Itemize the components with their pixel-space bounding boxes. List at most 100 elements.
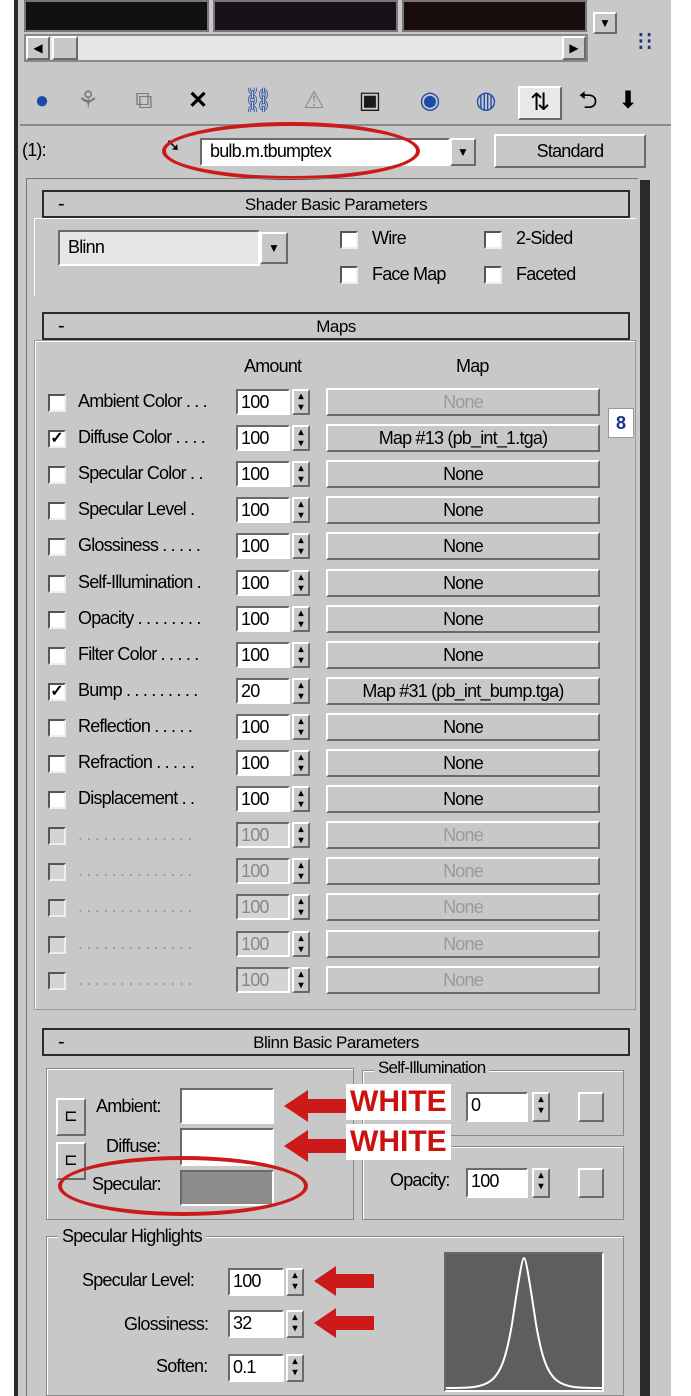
map-enable-checkbox[interactable] (48, 827, 66, 845)
map-enable-checkbox[interactable] (48, 647, 66, 665)
ambient-color-swatch[interactable] (180, 1088, 274, 1124)
map-enable-checkbox[interactable] (48, 575, 66, 593)
blinn-rollout-header[interactable]: - Blinn Basic Parameters (42, 1028, 630, 1056)
map-enable-checkbox[interactable]: ✓ (48, 430, 66, 448)
sample-hscrollbar[interactable] (24, 34, 588, 62)
map-amount-input[interactable]: 100 (236, 894, 290, 920)
map-enable-checkbox[interactable] (48, 972, 66, 990)
map-amount-spinner[interactable]: ▴ ▾ (292, 786, 310, 812)
map-enable-checkbox[interactable] (48, 611, 66, 629)
scroll-left-button[interactable]: ◀ (26, 36, 50, 60)
lock-ambient-diffuse-button[interactable]: ⊏ (56, 1098, 86, 1136)
self-illumination-map-button[interactable] (578, 1092, 604, 1122)
map-amount-input[interactable]: 100 (236, 931, 290, 957)
map-enable-checkbox[interactable] (48, 791, 66, 809)
map-slot-button[interactable]: None (326, 749, 600, 777)
map-amount-spinner[interactable]: ▴ ▾ (292, 822, 310, 848)
map-amount-input[interactable]: 100 (236, 822, 290, 848)
map-slot-button[interactable]: None (326, 966, 600, 994)
map-slot-button[interactable]: None (326, 930, 600, 958)
map-slot-button[interactable]: None (326, 605, 600, 633)
material-map-navigator-icon[interactable]: ⁝⁝ (628, 26, 662, 60)
show-end-result-icon[interactable]: ◍ (466, 86, 506, 120)
map-enable-checkbox[interactable] (48, 466, 66, 484)
map-amount-input[interactable]: 100 (236, 497, 290, 523)
map-amount-input[interactable]: 100 (236, 750, 290, 776)
map-enable-checkbox[interactable]: ✓ (48, 683, 66, 701)
map-slot-button[interactable]: None (326, 893, 600, 921)
map-amount-spinner[interactable]: ▴ ▾ (292, 497, 310, 523)
map-amount-spinner[interactable]: ▴ ▾ (292, 425, 310, 451)
glossiness-spinner[interactable]: ▴ ▾ (286, 1310, 304, 1338)
map-amount-spinner[interactable]: ▴ ▾ (292, 750, 310, 776)
soften-input[interactable]: 0.1 (228, 1354, 284, 1382)
map-slot-button[interactable]: None (326, 569, 600, 597)
material-type-button[interactable]: Standard (494, 134, 646, 168)
show-map-icon[interactable]: ◉ (410, 86, 450, 120)
map-amount-input[interactable]: 100 (236, 461, 290, 487)
assign-to-selection-icon[interactable]: ⧉ (124, 86, 164, 120)
map-amount-spinner[interactable]: ▴ ▾ (292, 606, 310, 632)
sample-slot-1[interactable] (24, 0, 209, 32)
map-amount-input[interactable]: 100 (236, 425, 290, 451)
shader-type-dropdown-button[interactable]: ▼ (260, 232, 288, 264)
shader-type-select[interactable]: Blinn (58, 230, 260, 266)
map-slot-button[interactable]: None (326, 713, 600, 741)
opacity-input[interactable]: 100 (466, 1168, 528, 1198)
map-slot-button[interactable]: None (326, 388, 600, 416)
map-slot-button[interactable]: None (326, 496, 600, 524)
map-amount-spinner[interactable]: ▴ ▾ (292, 894, 310, 920)
face-map-checkbox[interactable] (340, 266, 358, 284)
specular-level-spinner[interactable]: ▴ ▾ (286, 1268, 304, 1296)
delete-icon[interactable]: ✕ (178, 86, 218, 120)
map-slot-button[interactable]: Map #13 (pb_int_1.tga) (326, 424, 600, 452)
map-amount-spinner[interactable]: ▴ ▾ (292, 570, 310, 596)
map-enable-checkbox[interactable] (48, 936, 66, 954)
material-name-dropdown-button[interactable]: ▼ (450, 138, 476, 166)
map-amount-input[interactable]: 100 (236, 570, 290, 596)
map-amount-input[interactable]: 100 (236, 606, 290, 632)
map-amount-spinner[interactable]: ▴ ▾ (292, 967, 310, 993)
sample-scroll-up-button[interactable]: ▼ (593, 12, 617, 34)
map-enable-checkbox[interactable] (48, 899, 66, 917)
soften-spinner[interactable]: ▴ ▾ (286, 1354, 304, 1382)
material-effects-icon[interactable]: ▣ (350, 86, 390, 120)
shader-rollout-header[interactable]: - Shader Basic Parameters (42, 190, 630, 218)
map-amount-input[interactable]: 100 (236, 967, 290, 993)
map-amount-spinner[interactable]: ▴ ▾ (292, 389, 310, 415)
map-amount-spinner[interactable]: ▴ ▾ (292, 858, 310, 884)
map-slot-button[interactable]: Map #31 (pb_int_bump.tga) (326, 677, 600, 705)
specular-level-input[interactable]: 100 (228, 1268, 284, 1296)
wire-checkbox[interactable] (340, 231, 358, 249)
map-amount-input[interactable]: 100 (236, 389, 290, 415)
two-sided-checkbox[interactable] (484, 231, 502, 249)
map-slot-button[interactable]: None (326, 785, 600, 813)
map-slot-button[interactable]: None (326, 532, 600, 560)
map-amount-spinner[interactable]: ▴ ▾ (292, 678, 310, 704)
go-to-parent-icon[interactable]: ⇅ (518, 86, 562, 120)
get-material-icon[interactable]: ● (22, 86, 62, 120)
self-illumination-spinner[interactable]: ▴ ▾ (532, 1092, 550, 1122)
map-amount-spinner[interactable]: ▴ ▾ (292, 931, 310, 957)
opacity-spinner[interactable]: ▴ ▾ (532, 1168, 550, 1198)
map-amount-input[interactable]: 20 (236, 678, 290, 704)
opacity-map-button[interactable] (578, 1168, 604, 1198)
self-illumination-input[interactable]: 0 (466, 1092, 528, 1122)
map-slot-button[interactable]: None (326, 821, 600, 849)
glossiness-input[interactable]: 32 (228, 1310, 284, 1338)
sample-slot-3[interactable] (402, 0, 587, 32)
put-to-library-icon[interactable]: ⚠ (294, 86, 334, 120)
scroll-right-button[interactable]: ▶ (562, 36, 586, 60)
map-amount-input[interactable]: 100 (236, 642, 290, 668)
go-forward-icon[interactable]: ⮌ (572, 86, 604, 120)
lock-icon[interactable]: 8 (608, 408, 634, 438)
map-enable-checkbox[interactable] (48, 755, 66, 773)
make-unique-icon[interactable]: ⛓ (238, 86, 278, 120)
map-enable-checkbox[interactable] (48, 863, 66, 881)
map-slot-button[interactable]: None (326, 460, 600, 488)
map-enable-checkbox[interactable] (48, 502, 66, 520)
map-amount-input[interactable]: 100 (236, 786, 290, 812)
put-to-scene-icon[interactable]: ⚘ (68, 86, 108, 120)
map-enable-checkbox[interactable] (48, 719, 66, 737)
map-amount-spinner[interactable]: ▴ ▾ (292, 642, 310, 668)
